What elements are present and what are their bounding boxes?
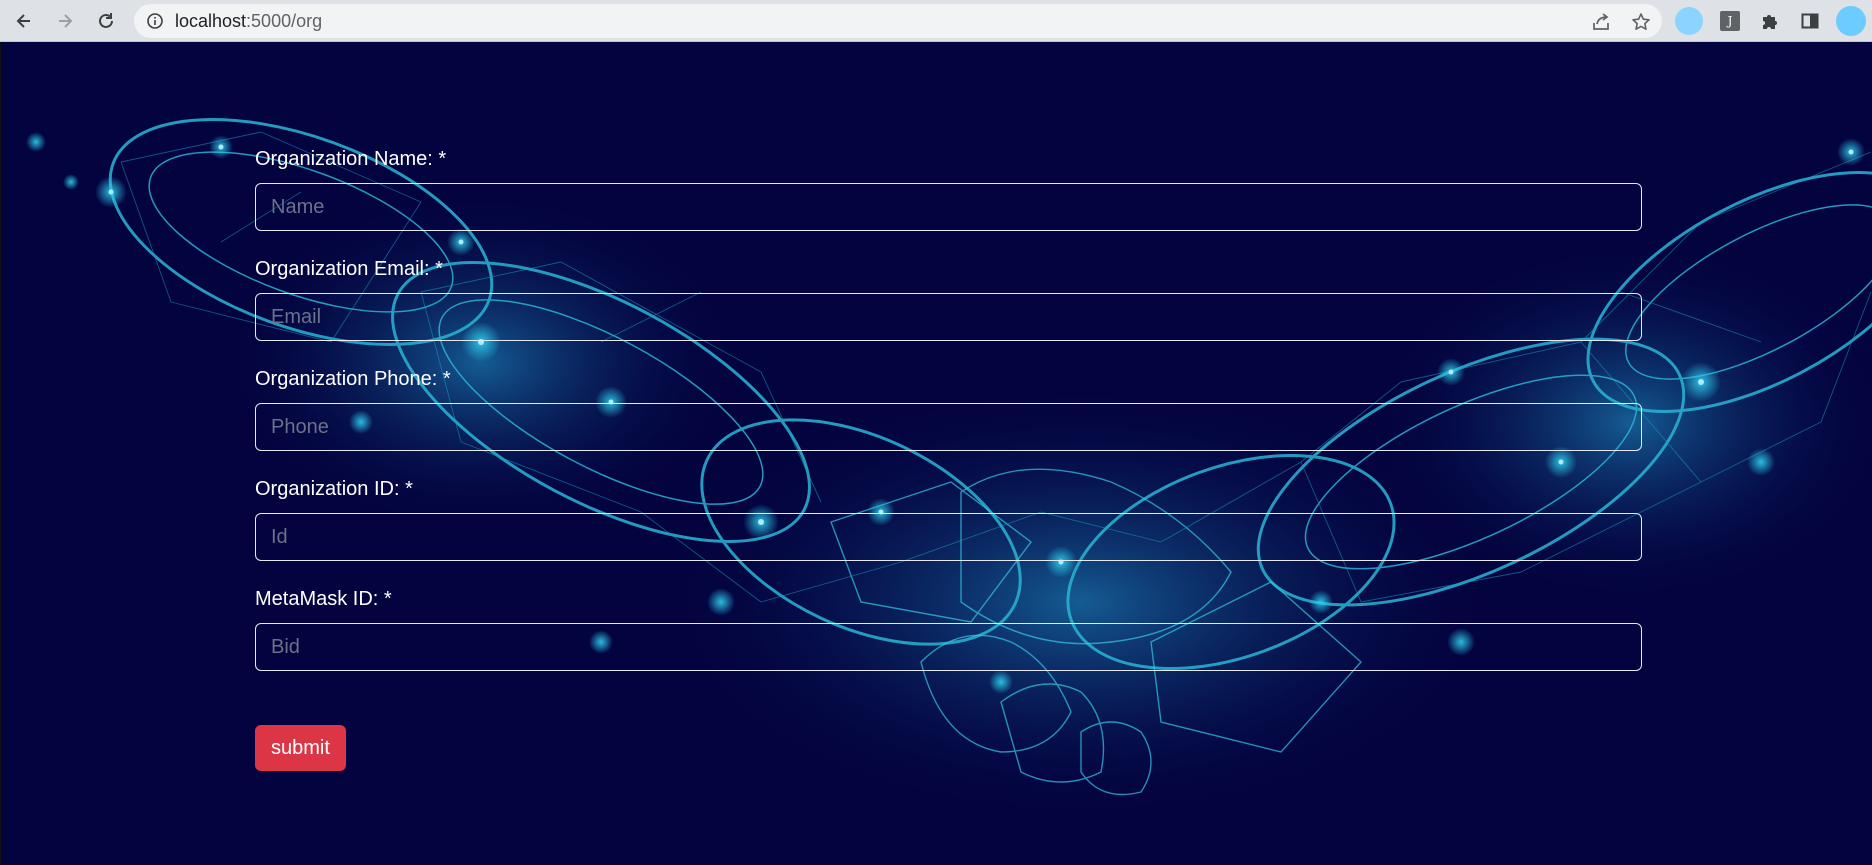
info-icon[interactable] — [146, 12, 164, 30]
back-button[interactable] — [10, 7, 38, 35]
org-name-label: Organization Name: * — [255, 148, 447, 170]
org-email-label: Organization Email: * — [255, 258, 443, 280]
side-panel-button[interactable] — [1795, 6, 1825, 36]
puzzle-icon — [1763, 15, 1777, 29]
org-name-input[interactable] — [255, 183, 1642, 231]
browser-toolbar: localhost:5000/org J — [0, 0, 1872, 42]
address-bar[interactable]: localhost:5000/org — [134, 4, 1662, 38]
organization-form: Organization Name: * Organization Email:… — [255, 145, 1642, 771]
org-phone-input[interactable] — [255, 403, 1642, 451]
page-content: Organization Name: * Organization Email:… — [0, 42, 1872, 865]
org-name-field: Organization Name: * — [255, 145, 1642, 231]
extension-avatar-icon[interactable] — [1675, 7, 1703, 35]
org-id-label: Organization ID: * — [255, 478, 413, 500]
org-phone-field: Organization Phone: * — [255, 365, 1642, 451]
org-email-input[interactable] — [255, 293, 1642, 341]
metamask-id-field: MetaMask ID: * — [255, 585, 1642, 671]
forward-arrow-icon — [59, 14, 73, 28]
reload-button[interactable] — [92, 7, 120, 35]
star-icon[interactable] — [1631, 12, 1651, 32]
side-panel-icon — [1801, 13, 1819, 29]
org-email-field: Organization Email: * — [255, 255, 1642, 341]
extensions-button[interactable] — [1755, 6, 1785, 36]
metamask-id-label: MetaMask ID: * — [255, 588, 392, 610]
org-id-field: Organization ID: * — [255, 475, 1642, 561]
j-extension-button[interactable]: J — [1715, 6, 1745, 36]
profile-avatar-icon[interactable] — [1836, 6, 1866, 36]
j-extension-icon: J — [1720, 11, 1740, 31]
share-icon[interactable] — [1591, 12, 1611, 32]
url-host: localhost — [175, 11, 247, 31]
reload-icon — [99, 13, 113, 28]
back-arrow-icon — [16, 14, 30, 28]
org-id-input[interactable] — [255, 513, 1642, 561]
forward-button[interactable] — [51, 7, 79, 35]
org-phone-label: Organization Phone: * — [255, 368, 451, 390]
submit-button[interactable]: submit — [255, 725, 346, 771]
url-text: localhost:5000/org — [175, 4, 322, 38]
metamask-id-input[interactable] — [255, 623, 1642, 671]
url-path: :5000/org — [246, 11, 323, 31]
